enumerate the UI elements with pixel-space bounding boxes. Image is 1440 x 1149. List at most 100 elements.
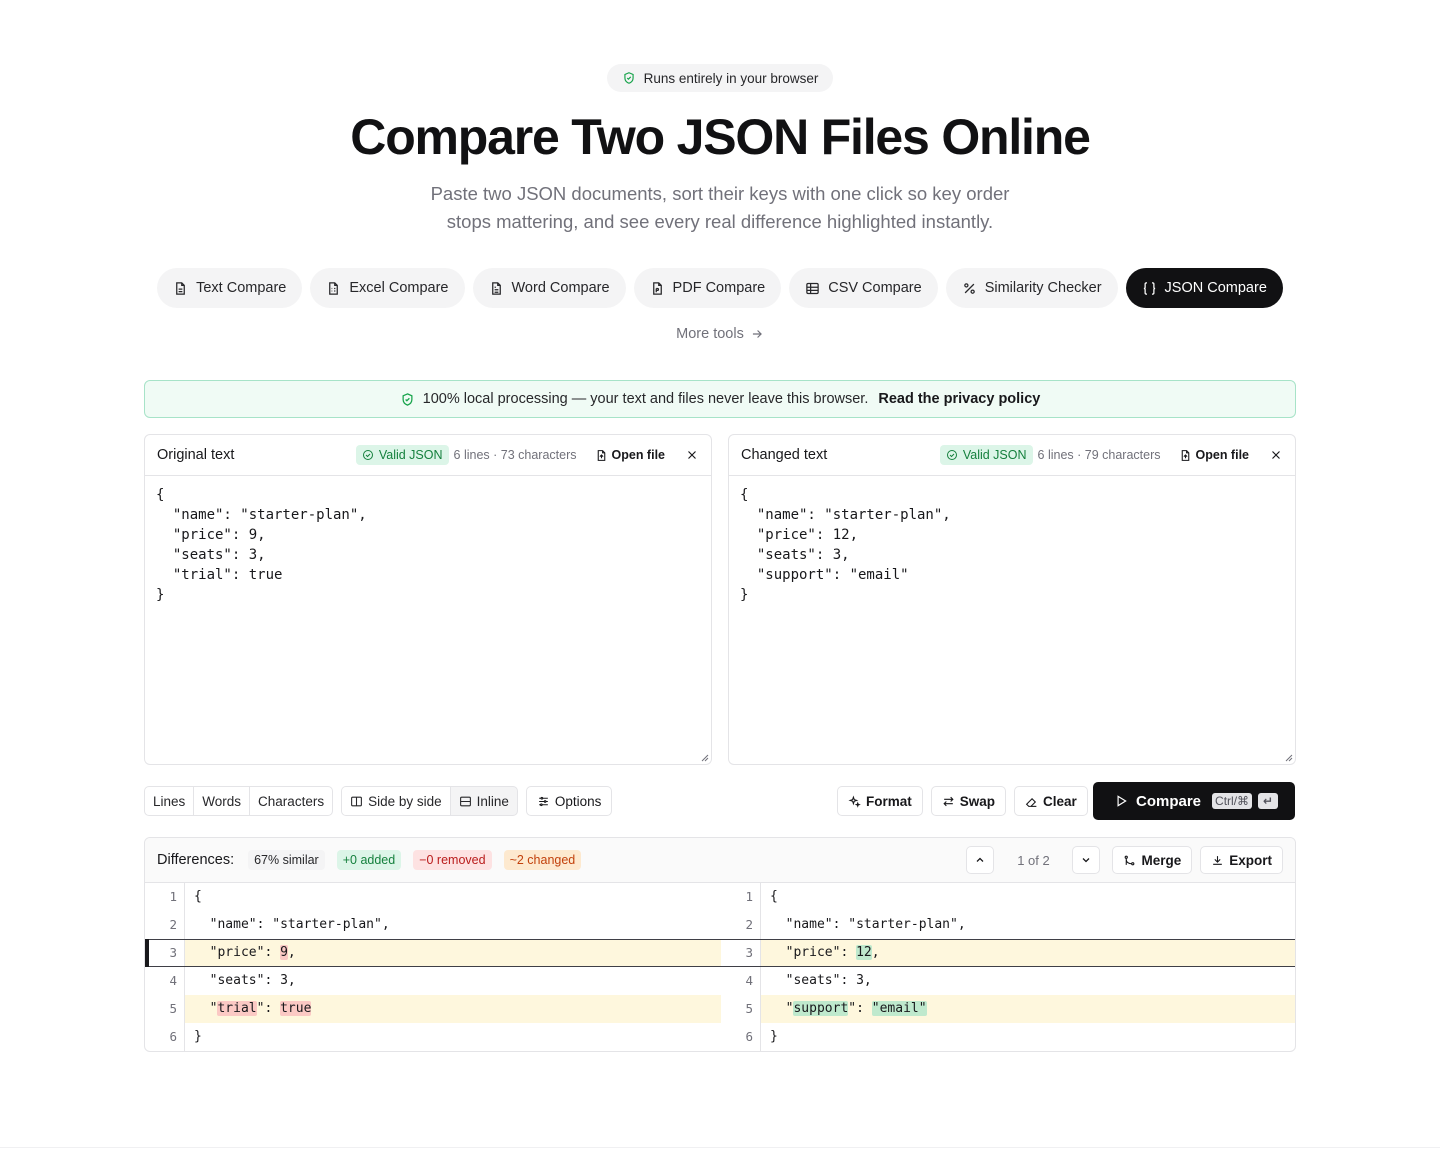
more-tools-link[interactable]: More tools bbox=[0, 326, 1440, 342]
export-label: Export bbox=[1229, 852, 1272, 868]
granularity-words[interactable]: Words bbox=[193, 787, 249, 815]
diff-row: 4 "seats": 3, bbox=[721, 967, 1295, 995]
braces-icon bbox=[1143, 281, 1155, 295]
resize-handle-icon[interactable] bbox=[701, 754, 709, 762]
percent-icon bbox=[963, 282, 975, 294]
code-text: , bbox=[871, 945, 880, 960]
check-circle-icon bbox=[946, 450, 957, 460]
merge-label: Merge bbox=[1141, 852, 1182, 868]
page-subtitle-line-2: stops mattering, and see every real diff… bbox=[446, 211, 994, 232]
line-number: 5 bbox=[745, 1001, 753, 1016]
editor-actions: Format Swap Clear bbox=[837, 786, 1088, 816]
clear-label: Clear bbox=[1043, 793, 1077, 809]
line-number: 1 bbox=[169, 889, 177, 904]
deleted-token: trial bbox=[217, 1001, 257, 1016]
view-side-by-side[interactable]: Side by side bbox=[342, 787, 450, 815]
tool-tab-label: PDF Compare bbox=[672, 280, 766, 296]
original-editor-header: Original text Valid JSON 6 lines · 73 ch… bbox=[145, 435, 711, 476]
changed-textarea[interactable]: { "name": "starter-plan", "price": 12, "… bbox=[729, 476, 1295, 614]
options-button[interactable]: Options bbox=[525, 786, 613, 816]
table-icon bbox=[806, 282, 819, 294]
diff-row-changed: 5 "support": "email" bbox=[721, 995, 1295, 1023]
tool-tab-excel-compare[interactable]: Excel Compare bbox=[310, 268, 465, 308]
swap-label: Swap bbox=[959, 793, 996, 809]
next-diff-button[interactable] bbox=[1072, 846, 1101, 874]
differences-title: Differences: bbox=[157, 852, 235, 868]
more-tools-label: More tools bbox=[676, 326, 744, 342]
granularity-lines[interactable]: Lines bbox=[145, 787, 193, 815]
line-number: 1 bbox=[745, 889, 753, 904]
close-icon bbox=[1272, 451, 1280, 459]
deleted-token: true bbox=[280, 1001, 312, 1016]
changed-badge: ~2 changed bbox=[503, 850, 582, 870]
differences-panel: Differences: 67% similar +0 added −0 rem… bbox=[144, 837, 1296, 1052]
diff-right-pane: 1 { 2 "name": "starter-plan", 3 "price":… bbox=[721, 883, 1295, 1051]
export-button[interactable]: Export bbox=[1200, 846, 1283, 874]
view-label: Inline bbox=[476, 793, 509, 809]
swap-button[interactable]: Swap bbox=[930, 786, 1007, 816]
original-clear-button[interactable] bbox=[685, 448, 699, 462]
tool-tab-label: Similarity Checker bbox=[984, 280, 1102, 296]
browser-only-badge-label: Runs entirely in your browser bbox=[643, 70, 819, 86]
tool-tab-word-compare[interactable]: Word Compare bbox=[472, 268, 626, 308]
tool-tab-label: JSON Compare bbox=[1164, 280, 1267, 296]
original-open-file-button[interactable]: Open file bbox=[595, 448, 665, 462]
tool-tab-similarity-checker[interactable]: Similarity Checker bbox=[945, 268, 1118, 308]
code-text: "price": bbox=[194, 945, 281, 960]
rows-icon bbox=[459, 796, 471, 806]
original-editor-title: Original text bbox=[157, 447, 235, 463]
diff-row-changed: 3 "price": 12, bbox=[721, 939, 1295, 967]
line-code: "price": 12, bbox=[770, 939, 880, 967]
diff-row: 6 } bbox=[145, 1023, 721, 1051]
previous-diff-button[interactable] bbox=[966, 846, 995, 874]
merge-button[interactable]: Merge bbox=[1112, 846, 1193, 874]
tool-tab-text-compare[interactable]: Text Compare bbox=[157, 268, 303, 308]
changed-open-file-button[interactable]: Open file bbox=[1179, 448, 1249, 462]
tool-tab-label: Excel Compare bbox=[349, 280, 449, 296]
tool-tabs: Text Compare Excel Compare Word Compare … bbox=[0, 268, 1440, 308]
options-label: Options bbox=[554, 793, 602, 809]
deleted-token: 9 bbox=[280, 945, 288, 960]
diff-row: 1 { bbox=[145, 883, 721, 911]
granularity-toggle: Lines Words Characters bbox=[144, 786, 334, 816]
changed-clear-button[interactable] bbox=[1269, 448, 1283, 462]
code-text: " bbox=[194, 1001, 218, 1016]
page-subtitle: Paste two JSON documents, sort their key… bbox=[400, 180, 1040, 236]
line-code: } bbox=[770, 1029, 778, 1044]
diff-row-changed: 5 "trial": true bbox=[145, 995, 721, 1023]
compare-button[interactable]: Compare Ctrl/⌘ ↵ bbox=[1093, 782, 1295, 820]
diff-row: 1 { bbox=[721, 883, 1295, 911]
line-code: "seats": 3, bbox=[194, 973, 296, 988]
inserted-token: 12 bbox=[856, 945, 872, 960]
download-icon bbox=[1213, 855, 1223, 865]
original-textarea[interactable]: { "name": "starter-plan", "price": 9, "s… bbox=[145, 476, 711, 614]
chevron-down-icon bbox=[1083, 858, 1090, 863]
format-label: Format bbox=[866, 793, 912, 809]
granularity-characters[interactable]: Characters bbox=[249, 787, 332, 815]
changed-editor-header: Changed text Valid JSON 6 lines · 79 cha… bbox=[729, 435, 1295, 476]
line-code: "name": "starter-plan", bbox=[770, 917, 966, 932]
document-icon bbox=[491, 281, 501, 295]
view-inline[interactable]: Inline bbox=[449, 787, 517, 815]
eraser-icon bbox=[1025, 797, 1037, 807]
line-number: 6 bbox=[745, 1029, 753, 1044]
clear-button[interactable]: Clear bbox=[1014, 786, 1088, 816]
browser-only-badge: Runs entirely in your browser bbox=[607, 64, 833, 92]
tool-tab-pdf-compare[interactable]: PDF Compare bbox=[633, 268, 782, 308]
tool-tab-json-compare[interactable]: JSON Compare bbox=[1125, 268, 1283, 308]
tool-tab-csv-compare[interactable]: CSV Compare bbox=[789, 268, 938, 308]
arrow-right-icon bbox=[752, 330, 762, 338]
code-text: "price": bbox=[770, 945, 857, 960]
privacy-policy-link[interactable]: Read the privacy policy bbox=[878, 391, 1040, 407]
resize-handle-icon[interactable] bbox=[1285, 754, 1293, 762]
code-text: " bbox=[770, 1001, 794, 1016]
format-button[interactable]: Format bbox=[837, 786, 923, 816]
swap-icon bbox=[943, 796, 954, 806]
inserted-token: support bbox=[793, 1001, 849, 1016]
check-circle-icon bbox=[362, 450, 373, 460]
original-stats: 6 lines · 73 characters bbox=[453, 448, 577, 462]
differences-header: Differences: 67% similar +0 added −0 rem… bbox=[145, 838, 1295, 883]
line-code: { bbox=[194, 889, 202, 904]
valid-json-label: Valid JSON bbox=[962, 448, 1027, 462]
line-code: "trial": true bbox=[194, 995, 312, 1023]
